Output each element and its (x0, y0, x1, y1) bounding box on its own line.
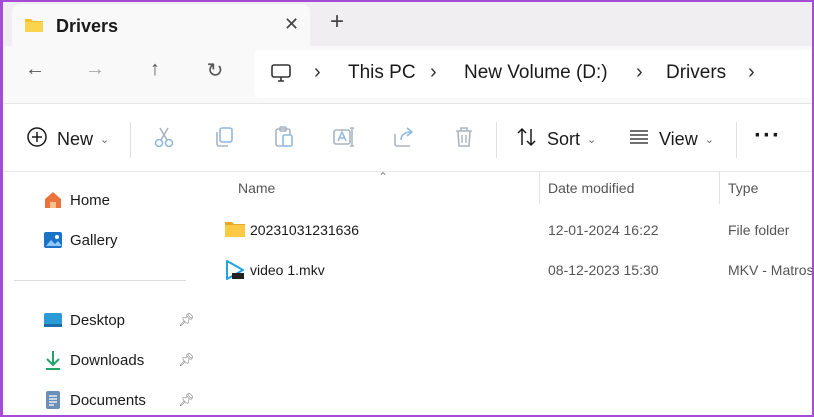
downloads-icon (42, 349, 64, 371)
refresh-button[interactable]: ↻ (200, 58, 230, 88)
sidebar-divider (14, 280, 186, 281)
sidebar-item-label: Gallery (70, 231, 118, 249)
navigation-bar: ← → ↑ ↻ › This PC › New Volume (D:) › Dr… (0, 46, 814, 104)
column-header-date-modified[interactable]: Date modified (548, 172, 634, 204)
file-date-modified: 08-12-2023 15:30 (548, 262, 659, 278)
navigation-pane: Home Gallery Desktop 📌︎ Downloads 📌︎ Doc… (0, 172, 198, 417)
chevron-down-icon: ⌄ (100, 133, 110, 146)
sidebar-item-downloads[interactable]: Downloads (42, 346, 144, 374)
toolbar-divider (130, 122, 131, 158)
file-date-modified: 12-01-2024 16:22 (548, 222, 659, 238)
sidebar-item-label: Desktop (70, 311, 126, 329)
address-bar[interactable]: › This PC › New Volume (D:) › Drivers › (254, 50, 814, 98)
close-tab-icon[interactable]: ✕ (284, 14, 299, 35)
sort-icon (516, 126, 538, 153)
rename-icon[interactable] (331, 124, 357, 150)
pin-icon[interactable]: 📌︎ (178, 352, 195, 368)
table-row[interactable]: 20231031231636 12-01-2024 16:22 File fol… (198, 212, 814, 248)
view-list-icon (628, 126, 650, 153)
view-label: View (659, 128, 698, 149)
sidebar-item-desktop[interactable]: Desktop (42, 306, 125, 334)
column-divider[interactable] (539, 172, 540, 204)
folder-icon (24, 17, 44, 38)
pin-icon[interactable]: 📌︎ (178, 392, 195, 408)
more-options-button[interactable]: ··· (754, 122, 781, 150)
up-button[interactable]: ↑ (140, 58, 170, 88)
share-icon[interactable] (391, 124, 417, 150)
breadcrumb-new-volume[interactable]: New Volume (D:) (464, 62, 608, 84)
this-pc-icon (270, 62, 292, 89)
desktop-icon (42, 309, 64, 331)
home-icon (42, 189, 64, 211)
copy-icon[interactable] (211, 124, 237, 150)
video-file-icon (224, 259, 246, 286)
column-divider[interactable] (719, 172, 720, 204)
column-header-name[interactable]: Name (238, 172, 275, 204)
paste-icon[interactable] (271, 124, 297, 150)
view-button[interactable]: View ⌄ (628, 124, 714, 154)
file-name: video 1.mkv (250, 262, 325, 278)
sidebar-item-label: Home (70, 191, 111, 209)
file-name: 20231031231636 (250, 222, 360, 238)
forward-button[interactable]: → (80, 58, 110, 88)
file-type: File folder (728, 222, 790, 238)
gallery-icon (42, 229, 64, 251)
tab-drivers[interactable]: Drivers ✕ (12, 4, 310, 46)
new-label: New (57, 128, 94, 149)
breadcrumb-this-pc[interactable]: This PC (348, 62, 416, 84)
breadcrumb-drivers[interactable]: Drivers (666, 62, 726, 84)
command-bar: New ⌄ Sort ⌄ View ⌄ ··· (0, 104, 814, 172)
documents-icon (42, 389, 64, 411)
folder-icon (224, 219, 246, 244)
breadcrumb-separator-icon[interactable]: › (430, 61, 437, 84)
new-tab-button[interactable]: + (330, 8, 344, 36)
sidebar-item-home[interactable]: Home (42, 186, 110, 214)
chevron-down-icon: ⌄ (587, 133, 597, 146)
sidebar-item-documents[interactable]: Documents (42, 386, 146, 414)
breadcrumb-separator-icon[interactable]: › (636, 61, 643, 84)
tab-title: Drivers (56, 16, 119, 36)
sort-button[interactable]: Sort ⌄ (516, 124, 596, 154)
file-list: ⌃ Name Date modified Type 20231031231636… (198, 170, 814, 417)
back-button[interactable]: ← (20, 58, 50, 88)
toolbar-divider (496, 122, 497, 158)
cut-icon[interactable] (151, 124, 177, 150)
delete-icon[interactable] (451, 124, 477, 150)
new-button[interactable]: New ⌄ (26, 124, 109, 154)
sort-ascending-icon: ⌃ (378, 170, 389, 184)
toolbar-divider (736, 122, 737, 158)
tab-strip: Drivers ✕ + (0, 0, 814, 46)
breadcrumb-separator-icon[interactable]: › (314, 61, 321, 84)
file-type: MKV - Matroska (728, 262, 814, 278)
breadcrumb-separator-icon[interactable]: › (748, 61, 755, 84)
add-icon (26, 126, 48, 153)
sidebar-item-label: Downloads (70, 351, 145, 369)
chevron-down-icon: ⌄ (704, 133, 714, 146)
sidebar-item-gallery[interactable]: Gallery (42, 226, 118, 254)
sidebar-item-label: Documents (70, 391, 146, 409)
sort-label: Sort (547, 128, 581, 149)
pin-icon[interactable]: 📌︎ (178, 312, 195, 328)
table-row[interactable]: video 1.mkv 08-12-2023 15:30 MKV - Matro… (198, 252, 814, 288)
column-header-type[interactable]: Type (728, 172, 758, 204)
